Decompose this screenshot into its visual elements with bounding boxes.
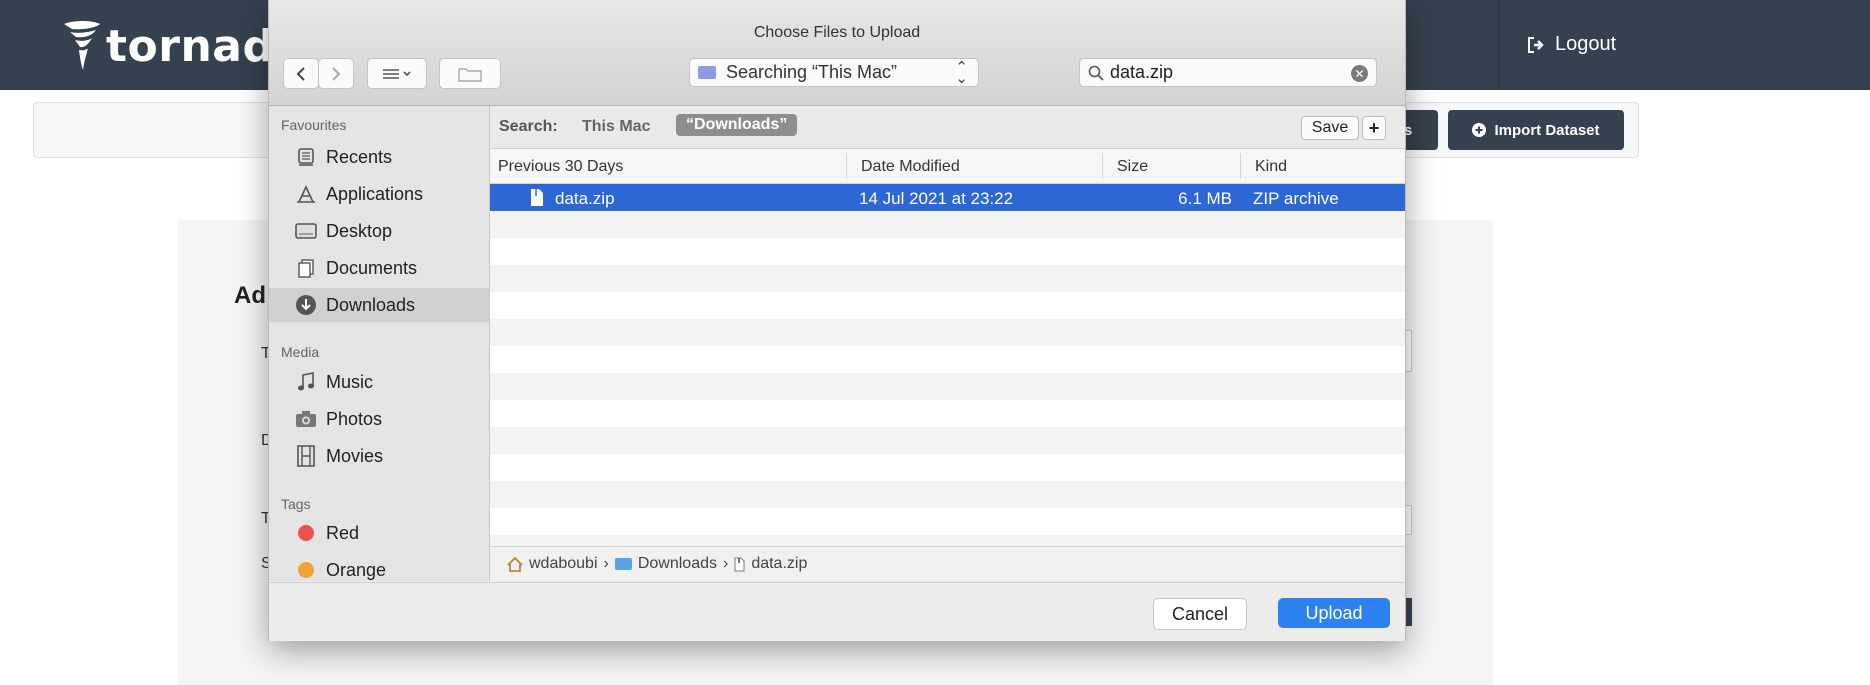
path-separator: › [603,555,609,572]
logout-label: Logout [1555,33,1617,55]
scope-this-mac[interactable]: This Mac [582,118,650,136]
path-segment-downloads[interactable]: Downloads [638,555,717,573]
file-name: data.zip [555,189,615,208]
tag-red-dot [298,525,314,541]
music-icon [295,371,317,393]
folder-icon [698,66,716,79]
documents-icon [295,257,317,279]
sidebar-item-movies[interactable]: Movies [269,439,489,473]
column-header-kind[interactable]: Kind [1255,158,1287,176]
sidebar-item-label: Movies [326,445,384,466]
dialog-title: Choose Files to Upload [753,24,921,41]
sidebar-item-downloads[interactable]: Downloads [269,288,489,322]
import-dataset-button[interactable]: Import Dataset [1448,110,1624,150]
sidebar-item-label: Music [326,371,374,392]
location-dropdown[interactable]: Searching “This Mac” ⌃ ⌄ [689,58,979,87]
sidebar-item-recents[interactable]: Recents [269,140,489,174]
column-header-row: Previous 30 Days Date Modified Size Kind [490,149,1405,184]
file-icon [734,557,745,571]
sidebar-item-label: Photos [326,408,383,429]
sidebar-item-label: Downloads [326,294,416,315]
sidebar-item-label: Red [326,522,360,543]
chevron-left-icon [296,66,305,81]
folder-icon [614,558,632,570]
column-header-date[interactable]: Date Modified [861,158,960,176]
file-kind: ZIP archive [1253,189,1339,208]
film-icon [295,445,317,467]
applications-icon [295,183,317,205]
tag-orange-dot [298,562,314,578]
sidebar-item-applications[interactable]: Applications [269,177,489,211]
search-icon [1088,65,1104,81]
location-dropdown-label: Searching “This Mac” [726,62,898,82]
camera-icon [295,408,317,430]
path-segment-file[interactable]: data.zip [751,555,807,573]
chevron-right-icon [332,66,341,81]
sidebar-item-music[interactable]: Music [269,365,489,399]
dialog-footer: Cancel Upload [269,582,1405,641]
cancel-button[interactable]: Cancel [1153,598,1247,630]
recents-icon [295,146,317,168]
column-divider[interactable] [1240,153,1241,179]
list-view-icon [383,68,411,79]
sidebar-item-documents[interactable]: Documents [269,251,489,285]
back-button[interactable] [283,58,319,89]
sidebar-section-media: Media [281,344,320,360]
scope-downloads[interactable]: “Downloads” [676,114,798,136]
forward-button[interactable] [318,58,354,89]
dialog-sidebar: Favourites Recents Applications Desktop … [269,106,490,581]
file-row-selected[interactable]: data.zip 14 Jul 2021 at 23:22 6.1 MB ZIP… [490,184,1405,211]
updown-chevron-icon: ⌃ ⌄ [955,59,968,87]
sidebar-item-label: Orange [326,559,387,580]
search-scope-label: Search: [499,118,558,135]
new-folder-icon [458,67,482,82]
plus-circle-icon [1472,123,1487,137]
add-criteria-button[interactable]: + [1362,116,1386,140]
column-divider[interactable] [846,153,847,179]
form-heading-partial: Ad [234,282,266,309]
view-options-button[interactable] [367,58,427,89]
desktop-icon [295,220,317,242]
file-browser: Search: This Mac “Downloads” Save + Prev… [490,106,1405,581]
search-value: data.zip [1110,62,1174,82]
downloads-icon [295,294,317,316]
dialog-titlebar: Choose Files to Upload Searching “This M… [269,0,1405,106]
search-field[interactable]: data.zip ✕ [1079,58,1377,87]
column-header-size[interactable]: Size [1117,158,1148,176]
tornado-icon [64,21,100,70]
path-separator: › [722,555,729,572]
file-upload-dialog: Choose Files to Upload Searching “This M… [268,0,1406,641]
sidebar-item-label: Desktop [326,220,393,241]
search-scope-bar: Search: This Mac “Downloads” Save + [490,106,1405,149]
column-divider[interactable] [1102,153,1103,179]
file-size: 6.1 MB [1178,189,1232,208]
path-segment-user[interactable]: wdaboubi [529,555,598,573]
sidebar-item-label: Recents [326,146,393,167]
sidebar-tag-orange[interactable]: Orange [269,553,489,581]
sidebar-item-label: Documents [326,257,418,278]
sidebar-item-desktop[interactable]: Desktop [269,214,489,248]
logout-area: Logout [1498,0,1870,90]
file-list [490,184,1405,546]
import-dataset-label: Import Dataset [1494,121,1600,139]
sidebar-section-favourites: Favourites [281,117,347,133]
tag-red-dot-icon [295,522,317,544]
upload-button[interactable]: Upload [1278,598,1390,628]
logout-link[interactable]: Logout [1527,33,1616,56]
save-search-button[interactable]: Save [1301,116,1359,140]
sidebar-item-label: Applications [326,183,424,204]
column-header-name[interactable]: Previous 30 Days [498,158,623,176]
sidebar-section-tags: Tags [281,496,311,512]
tag-orange-dot-icon [295,559,317,581]
logout-icon [1528,36,1544,53]
clear-search-icon[interactable]: ✕ [1351,65,1368,82]
sidebar-tag-red[interactable]: Red [269,516,489,550]
home-icon [507,556,523,572]
file-date: 14 Jul 2021 at 23:22 [859,189,1014,208]
file-icon [531,189,543,206]
path-bar: wdaboubi › Downloads › data.zip [490,546,1405,581]
sidebar-item-photos[interactable]: Photos [269,402,489,436]
new-folder-button[interactable] [439,58,501,89]
